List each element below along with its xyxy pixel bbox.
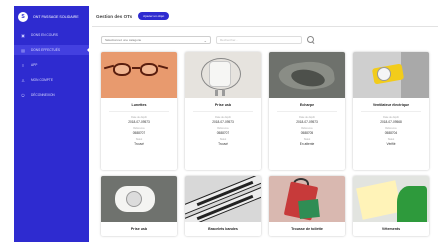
object-image — [185, 176, 261, 222]
list-icon: ≡ — [21, 62, 25, 68]
sidebar-item-label: DÉCONNEXION — [31, 93, 55, 97]
reference-label: Référence — [133, 127, 145, 130]
date-value: 2018-07-09573 — [128, 120, 150, 124]
history-icon: ▤ — [21, 47, 25, 53]
date-value: 2018-07-09573 — [212, 120, 234, 124]
object-grid: Lunettes Date de dépôt 2018-07-09573 Réf… — [101, 52, 429, 236]
date-label: Date de dépôt — [131, 116, 147, 119]
date-label: Date de dépôt — [383, 116, 399, 119]
object-card[interactable]: Lunettes Date de dépôt 2018-07-09573 Réf… — [101, 52, 177, 170]
brand[interactable]: S ONT PASSAGE SOLIDAIRE — [14, 6, 89, 30]
object-card[interactable]: Echarpe Date de dépôt 2018-07-09573 Réfé… — [269, 52, 345, 170]
object-image — [185, 52, 261, 98]
object-card[interactable]: Prise usb — [101, 176, 177, 236]
date-label: Date de dépôt — [215, 116, 231, 119]
user-icon: ♙ — [21, 77, 25, 83]
sidebar-item-deconnexion[interactable]: ⏻ DÉCONNEXION — [14, 90, 89, 100]
object-image — [353, 52, 429, 98]
status-value: En attente — [299, 142, 315, 146]
object-title: Prise usb — [214, 103, 232, 107]
status-label: Statut — [303, 138, 311, 141]
object-title: Trousse de toilette — [291, 227, 323, 231]
date-label: Date de dépôt — [299, 116, 315, 119]
reference-label: Référence — [301, 127, 313, 130]
power-icon: ⏻ — [21, 92, 25, 98]
reference-label: Référence — [217, 127, 229, 130]
reference-value: 0588707 — [132, 131, 146, 135]
status-label: Statut — [219, 138, 227, 141]
object-card[interactable]: Prise usb Date de dépôt 2018-07-09573 Ré… — [185, 52, 261, 170]
sidebar-nav: ▣ DONS EN COURS ▤ DONS EFFECTUÉS ≡ APP ♙… — [14, 30, 90, 100]
status-label: Statut — [387, 138, 395, 141]
sidebar-item-label: APP — [31, 63, 38, 67]
category-select[interactable]: Sélectionnez une catégorie ⌄ — [101, 36, 211, 44]
object-card[interactable]: Vêtements — [353, 176, 429, 236]
object-title: Prise usb — [130, 227, 148, 231]
reference-value: 0588704 — [384, 131, 398, 135]
object-image — [101, 52, 177, 98]
header: Gestion des OTs Ajouter un objet — [96, 12, 170, 20]
add-object-button[interactable]: Ajouter un objet — [138, 12, 170, 20]
divider — [277, 111, 337, 112]
header-divider — [92, 26, 438, 27]
sidebar-item-label: DONS EFFECTUÉS — [31, 48, 61, 52]
status-value: Vérifié — [386, 142, 396, 146]
reference-value: 0588707 — [216, 131, 230, 135]
date-value: 2018-07-09568 — [380, 120, 402, 124]
status-value: Trouvé — [134, 142, 144, 146]
object-title: Bracelets bandes — [208, 227, 238, 231]
object-title: Echarpe — [299, 103, 315, 107]
status-label: Statut — [135, 138, 143, 141]
sidebar-item-dons-effectues[interactable]: ▤ DONS EFFECTUÉS — [14, 45, 90, 55]
date-value: 2018-07-09573 — [296, 120, 318, 124]
chevron-down-icon: ⌄ — [203, 37, 207, 43]
object-image — [269, 52, 345, 98]
category-select-value: Sélectionnez une catégorie — [105, 38, 142, 42]
object-title: Vêtements — [381, 227, 401, 231]
reference-value: 0588705 — [300, 131, 314, 135]
object-image — [101, 176, 177, 222]
search-icon[interactable] — [307, 36, 315, 44]
object-card[interactable]: Trousse de toilette — [269, 176, 345, 236]
divider — [361, 111, 421, 112]
sidebar-item-dons-en-cours[interactable]: ▣ DONS EN COURS — [14, 30, 89, 40]
object-title: Ventilateur électrique — [372, 103, 410, 107]
sidebar-item-label: DONS EN COURS — [31, 33, 58, 37]
object-image — [269, 176, 345, 222]
sidebar: S ONT PASSAGE SOLIDAIRE ▣ DONS EN COURS … — [14, 6, 90, 242]
search-input[interactable] — [216, 36, 302, 44]
sidebar-item-mon-compte[interactable]: ♙ MON COMPTE — [14, 75, 89, 85]
logo-icon: S — [18, 12, 28, 22]
page-title: Gestion des OTs — [96, 13, 133, 19]
reference-label: Référence — [385, 127, 397, 130]
status-value: Trouvé — [218, 142, 228, 146]
filter-bar: Sélectionnez une catégorie ⌄ — [101, 36, 315, 44]
object-card[interactable]: Ventilateur électrique Date de dépôt 201… — [353, 52, 429, 170]
object-title: Lunettes — [131, 103, 147, 107]
divider — [193, 111, 253, 112]
divider — [109, 111, 169, 112]
sidebar-item-label: MON COMPTE — [31, 78, 53, 82]
object-card[interactable]: Bracelets bandes — [185, 176, 261, 236]
object-image — [353, 176, 429, 222]
box-icon: ▣ — [21, 32, 25, 38]
app-name: ONT PASSAGE SOLIDAIRE — [33, 15, 79, 19]
sidebar-item-app[interactable]: ≡ APP — [14, 60, 89, 70]
